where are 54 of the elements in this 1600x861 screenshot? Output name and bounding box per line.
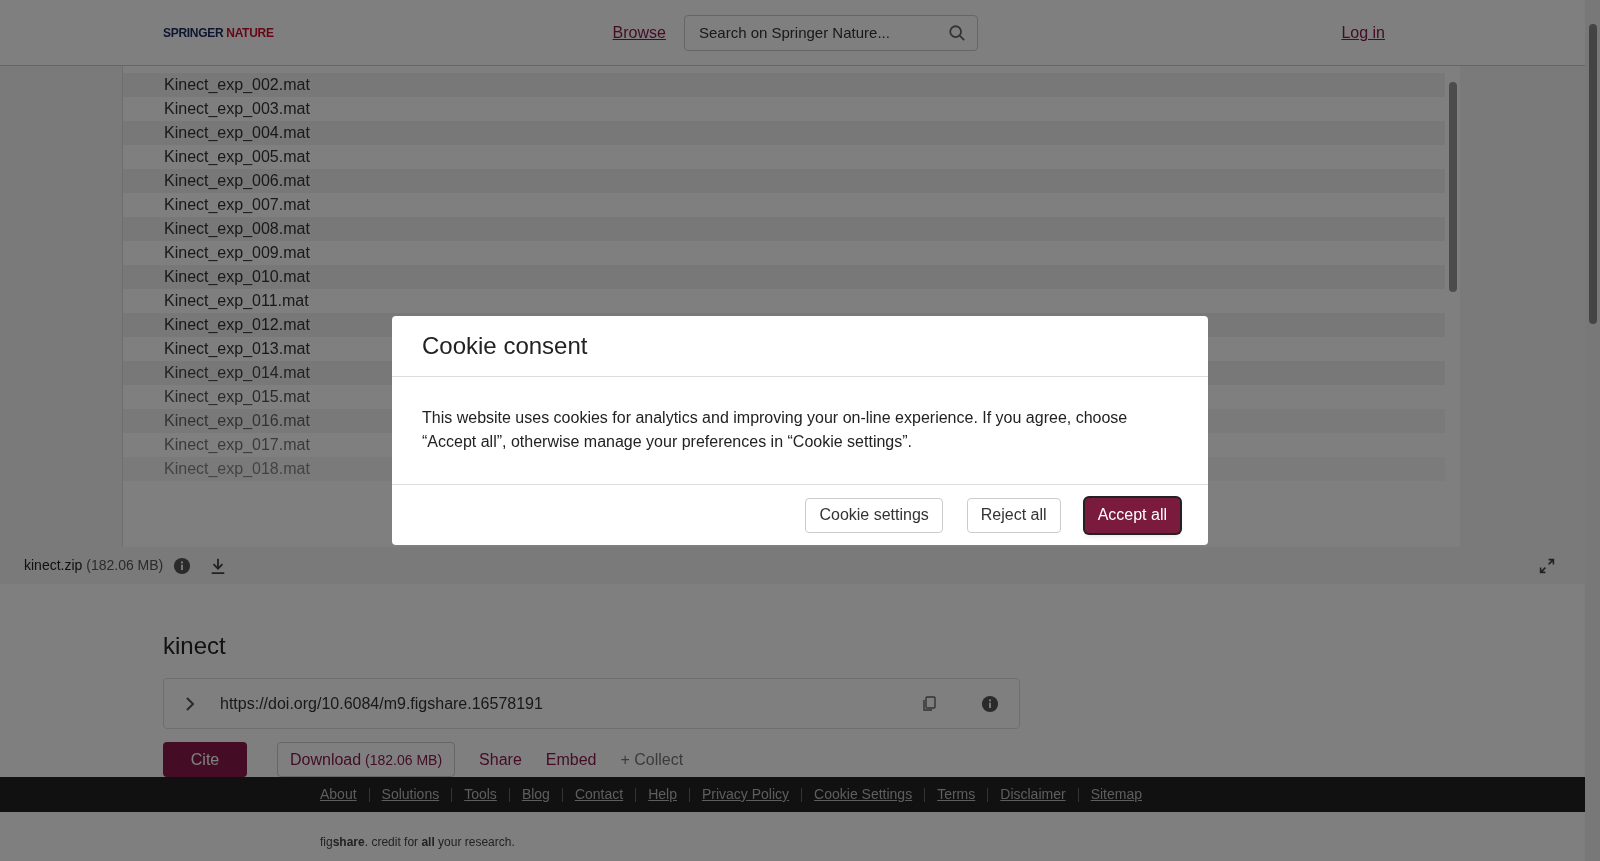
action-button[interactable]: + Collect (620, 747, 684, 772)
footer-link[interactable]: Blog (521, 784, 550, 805)
footer-link[interactable]: Terms (937, 784, 976, 805)
footer-link[interactable]: Privacy Policy (701, 784, 790, 805)
file-name[interactable]: Kinect_exp_006.mat (164, 169, 310, 193)
file-name[interactable]: Kinect_exp_003.mat (164, 97, 310, 121)
page-scrollbar[interactable] (1588, 24, 1597, 324)
info-icon[interactable] (981, 694, 999, 713)
file-name[interactable]: Kinect_exp_018.mat (164, 457, 310, 481)
chevron-right-icon[interactable] (184, 695, 196, 712)
file-name[interactable]: Kinect_exp_009.mat (164, 241, 310, 265)
dialog-button[interactable]: Reject all (966, 497, 1061, 533)
footer-link[interactable]: Contact (574, 784, 624, 805)
footer-link[interactable]: Cookie Settings (814, 784, 913, 805)
file-name: kinect.zip (182.06 MB) (24, 556, 164, 575)
footer-link[interactable]: About (320, 784, 357, 805)
file-name[interactable]: Kinect_exp_010.mat (164, 265, 310, 289)
file-name[interactable]: Kinect_exp_015.mat (164, 385, 310, 409)
search-field[interactable]: Search on Springer Nature... (683, 14, 978, 51)
footer-link[interactable]: Sitemap (1090, 784, 1142, 805)
footer-link[interactable]: Solutions (381, 784, 440, 805)
file-name[interactable]: Kinect_exp_008.mat (164, 217, 310, 241)
logo[interactable]: SPRINGER NATURE (163, 23, 274, 42)
file-name[interactable]: Kinect_exp_016.mat (164, 409, 310, 433)
file-name[interactable]: Kinect_exp_004.mat (164, 121, 310, 145)
search-icon[interactable] (947, 23, 966, 42)
dialog-button[interactable]: Cookie settings (805, 497, 943, 533)
copy-icon[interactable] (921, 695, 937, 712)
file-name[interactable]: Kinect_exp_002.mat (164, 73, 310, 97)
item-title: kinect (163, 631, 227, 661)
scrollbar[interactable] (1448, 82, 1457, 292)
file-name[interactable]: Kinect_exp_017.mat (164, 433, 310, 457)
browse-link[interactable]: Browse (612, 20, 666, 45)
file-name[interactable]: Kinect_exp_007.mat (164, 193, 310, 217)
action-button[interactable]: Embed (545, 747, 597, 772)
action-button[interactable]: Share (479, 747, 522, 772)
login-link[interactable]: Log in (1341, 20, 1385, 45)
footer-link[interactable]: Help (648, 784, 677, 805)
footer-link[interactable]: Tools (464, 784, 497, 805)
file-name[interactable]: Kinect_exp_005.mat (164, 145, 310, 169)
file-name[interactable]: Kinect_exp_012.mat (164, 313, 310, 337)
dialog-title: Cookie consent (422, 331, 588, 361)
dialog-message: This website uses cookies for analytics and improving your on-line experience. If you agree, choose “Accept all”, otherwise manage your preferences in “Cookie settings”. (422, 408, 1129, 452)
footer-link[interactable]: Disclaimer (1000, 784, 1066, 805)
tagline: figshare. credit for all your research. (320, 835, 515, 849)
file-name[interactable]: Kinect_exp_014.mat (164, 361, 310, 385)
doi-link[interactable]: https://doi.org/10.6084/m9.figshare.16578191 (220, 691, 543, 716)
info-icon[interactable] (173, 556, 192, 575)
fullscreen-icon[interactable] (1539, 557, 1555, 574)
action-button[interactable]: Cite (163, 742, 247, 777)
file-name[interactable]: Kinect_exp_011.mat (164, 289, 309, 313)
action-button[interactable]: Download (182.06 MB) (277, 742, 456, 777)
file-name[interactable]: Kinect_exp_013.mat (164, 337, 310, 361)
dialog-button[interactable]: Accept all (1084, 497, 1180, 533)
